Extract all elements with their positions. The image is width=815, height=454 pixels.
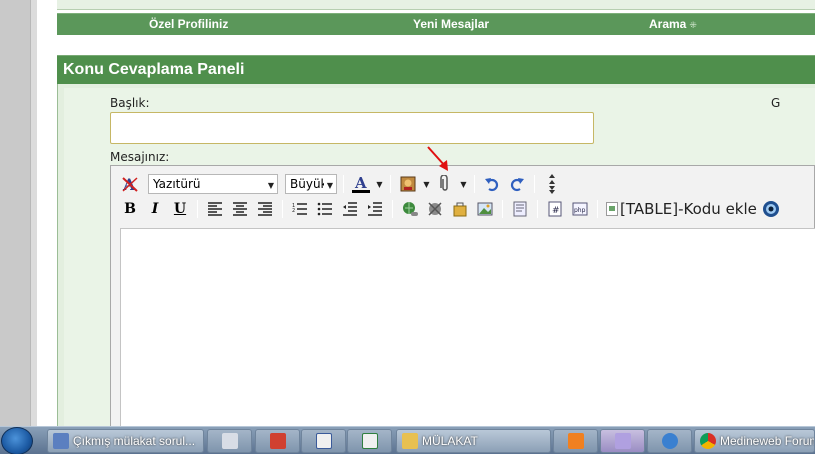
annotation-arrow-icon (427, 146, 448, 171)
pdf-icon (269, 433, 286, 449)
word-icon (315, 433, 332, 449)
right-column-label: G (771, 96, 781, 110)
attachment-icon[interactable] (434, 173, 456, 195)
resize-editor-icon[interactable] (541, 173, 563, 195)
internet-explorer-icon (661, 433, 678, 449)
task-pen-app[interactable] (600, 429, 645, 453)
font-family-value: Yazıtürü (153, 177, 201, 191)
task-pdf[interactable] (255, 429, 300, 453)
message-label: Mesajınız: (110, 150, 170, 164)
svg-text:A: A (354, 174, 367, 192)
remove-format-icon[interactable]: A (119, 173, 141, 195)
insert-table-code-button[interactable]: [TABLE]-Kodu ekle (606, 200, 757, 218)
nav-search-label[interactable]: Arama (649, 17, 686, 31)
font-family-select[interactable]: Yazıtürü ▼ (148, 174, 278, 194)
task-word-doc[interactable]: Çıkmış mülakat sorul... (47, 429, 204, 453)
chrome-icon (700, 433, 716, 449)
font-size-select[interactable]: Büyük ▼ (285, 174, 337, 194)
editor-toolbar-row-2: B I U 12 # php [TABLE]-Kodu ekle (119, 197, 782, 221)
text-color-dropdown-icon[interactable]: ▼ (375, 173, 384, 195)
task-media-player[interactable] (553, 429, 598, 453)
outdent-icon[interactable] (339, 198, 361, 220)
unordered-list-icon[interactable] (314, 198, 336, 220)
windows-taskbar: Çıkmış mülakat sorul... MÜLAKAT Medinewe… (0, 426, 815, 454)
ordered-list-icon[interactable]: 12 (289, 198, 311, 220)
subject-label: Başlık: (110, 96, 150, 110)
text-color-icon[interactable]: A (350, 173, 372, 195)
folder-icon (402, 433, 418, 449)
document-icon (53, 433, 69, 449)
left-window-edge (0, 0, 37, 454)
nav-search[interactable]: Arama ⁜ (649, 17, 697, 31)
remove-link-icon[interactable] (424, 198, 446, 220)
start-button[interactable] (1, 427, 33, 454)
excel-icon (361, 433, 378, 449)
attachment-dropdown-icon[interactable]: ▼ (459, 173, 468, 195)
align-left-icon[interactable] (204, 198, 226, 220)
task-calculator[interactable] (207, 429, 252, 453)
smilies-icon[interactable] (397, 173, 419, 195)
svg-text:php: php (574, 207, 586, 214)
align-right-icon[interactable] (254, 198, 276, 220)
code-icon[interactable]: # (544, 198, 566, 220)
eye-icon[interactable] (760, 198, 782, 220)
underline-icon[interactable]: U (169, 198, 191, 220)
nav-private-profile[interactable]: Özel Profiliniz (149, 17, 228, 31)
task-word[interactable] (301, 429, 346, 453)
reply-panel-title: Konu Cevaplama Paneli (63, 61, 245, 78)
task-internet-explorer[interactable] (647, 429, 692, 453)
nav-new-messages[interactable]: Yeni Mesajlar (413, 17, 489, 31)
pen-icon (614, 433, 631, 449)
font-size-value: Büyük (290, 177, 324, 191)
task-folder[interactable]: MÜLAKAT (396, 429, 551, 453)
broken-image-icon (606, 202, 618, 216)
editor-toolbar-row-1: A Yazıtürü▼ Büyük▼ A ▼ ▼ ▼ (119, 172, 563, 196)
insert-link-icon[interactable] (399, 198, 421, 220)
message-editor: A Yazıtürü▼ Büyük▼ A ▼ ▼ ▼ (110, 165, 815, 438)
undo-icon[interactable] (481, 173, 503, 195)
italic-icon[interactable]: I (144, 198, 166, 220)
reply-panel-header: Konu Cevaplama Paneli (57, 55, 815, 84)
media-player-icon (567, 433, 584, 449)
bold-icon[interactable]: B (119, 198, 141, 220)
php-code-icon[interactable]: php (569, 198, 591, 220)
insert-image-icon[interactable] (474, 198, 496, 220)
task-chrome[interactable]: Medineweb Forum (694, 429, 815, 453)
task-chrome-label: Medineweb Forum (720, 434, 815, 448)
task-word-doc-label: Çıkmış mülakat sorul... (73, 434, 196, 448)
dropdown-grip-icon[interactable]: ⁜ (689, 20, 697, 30)
insert-table-code-label: [TABLE]-Kodu ekle (620, 200, 757, 218)
message-textarea[interactable] (120, 228, 815, 438)
redo-icon[interactable] (506, 173, 528, 195)
svg-text:2: 2 (292, 208, 295, 214)
task-excel[interactable] (347, 429, 392, 453)
top-panel-remnant (57, 0, 815, 10)
forum-navbar: Özel Profiliniz Yeni Mesajlar Arama ⁜ (57, 13, 815, 35)
smilies-dropdown-icon[interactable]: ▼ (422, 173, 431, 195)
align-center-icon[interactable] (229, 198, 251, 220)
indent-icon[interactable] (364, 198, 386, 220)
task-folder-label: MÜLAKAT (422, 434, 478, 448)
subject-input[interactable] (110, 112, 594, 144)
svg-text:#: # (552, 206, 560, 216)
calculator-icon (221, 433, 238, 449)
quote-icon[interactable] (509, 198, 531, 220)
insert-email-icon[interactable] (449, 198, 471, 220)
